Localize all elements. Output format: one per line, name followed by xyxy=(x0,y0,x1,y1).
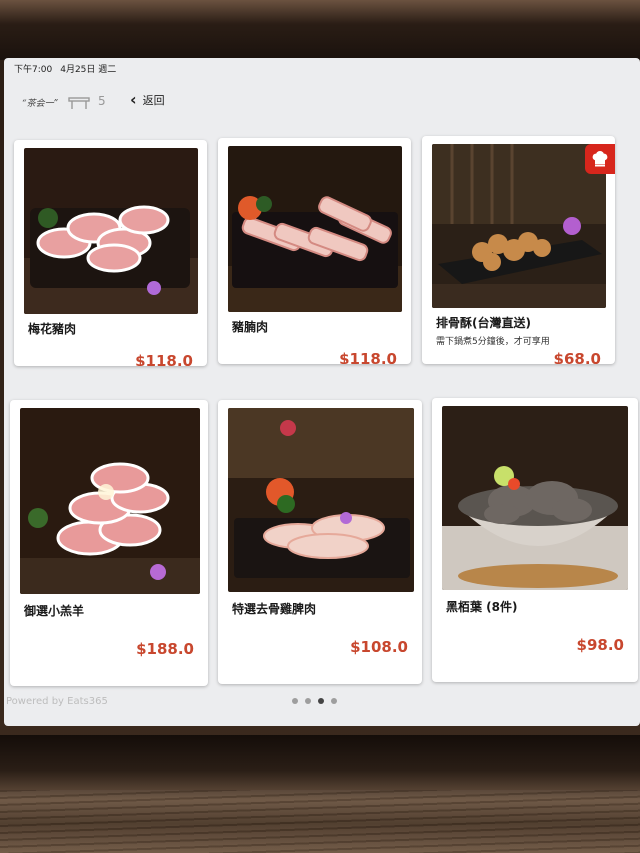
page-dot[interactable] xyxy=(292,698,298,704)
dish-photo xyxy=(20,408,200,594)
menu-item-card[interactable]: 排骨酥(台灣直送) 需下鍋煮5分鐘後，才可享用 $68.0 xyxy=(422,136,615,364)
item-name: 御選小羔羊 xyxy=(24,604,85,618)
dish-photo xyxy=(228,146,402,312)
table-surface xyxy=(0,790,640,853)
item-price: $188.0 xyxy=(136,640,194,658)
top-bar: “茶会一” 5 ‹ 返回 xyxy=(4,80,640,124)
item-name: 排骨酥(台灣直送) xyxy=(436,316,531,330)
page-dot-active[interactable] xyxy=(318,698,324,704)
menu-item-card[interactable]: 御選小羔羊 $188.0 xyxy=(10,400,208,686)
menu-item-card[interactable]: 梅花豬肉 $118.0 xyxy=(14,140,207,366)
chef-hat-icon xyxy=(585,144,615,174)
page-dot[interactable] xyxy=(305,698,311,704)
dish-photo xyxy=(24,148,198,314)
item-name: 特選去骨雞脾肉 xyxy=(232,602,317,616)
page-dot[interactable] xyxy=(331,698,337,704)
restaurant-logo: “茶会一” xyxy=(22,99,59,109)
item-name: 梅花豬肉 xyxy=(28,322,77,336)
item-price: $108.0 xyxy=(350,638,408,656)
dish-photo xyxy=(442,406,628,590)
dish-photo xyxy=(432,144,606,308)
item-description: 需下鍋煮5分鐘後，才可享用 xyxy=(436,337,550,347)
item-price: $118.0 xyxy=(339,350,397,364)
dish-photo xyxy=(228,408,414,592)
page-indicator[interactable] xyxy=(292,698,337,704)
back-label: 返回 xyxy=(142,94,165,107)
chevron-left-icon: ‹ xyxy=(130,90,137,109)
menu-item-card[interactable]: 黑栢葉 (8件) $98.0 xyxy=(432,398,638,682)
menu-item-card[interactable]: 豬腩肉 $118.0 xyxy=(218,138,411,364)
item-price: $118.0 xyxy=(135,352,193,366)
item-name: 豬腩肉 xyxy=(232,320,269,334)
item-name: 黑栢葉 (8件) xyxy=(446,600,518,614)
tablet-screen: 下午7:00 4月25日 週二 “茶会一” 5 ‹ 返回 梅花豬肉 $118.0… xyxy=(4,58,640,726)
item-price: $98.0 xyxy=(576,636,624,654)
back-button[interactable]: ‹ 返回 xyxy=(130,92,165,108)
table-count: 5 xyxy=(98,94,106,108)
tablet-bezel-top xyxy=(0,0,640,60)
status-date: 4月25日 週二 xyxy=(60,65,117,75)
table-icon xyxy=(68,97,90,109)
status-bar: 下午7:00 4月25日 週二 xyxy=(14,62,116,78)
status-time: 下午7:00 xyxy=(14,65,53,75)
powered-by-label: Powered by Eats365 xyxy=(6,696,108,707)
item-price: $68.0 xyxy=(553,350,601,364)
menu-item-card[interactable]: 特選去骨雞脾肉 $108.0 xyxy=(218,400,422,684)
